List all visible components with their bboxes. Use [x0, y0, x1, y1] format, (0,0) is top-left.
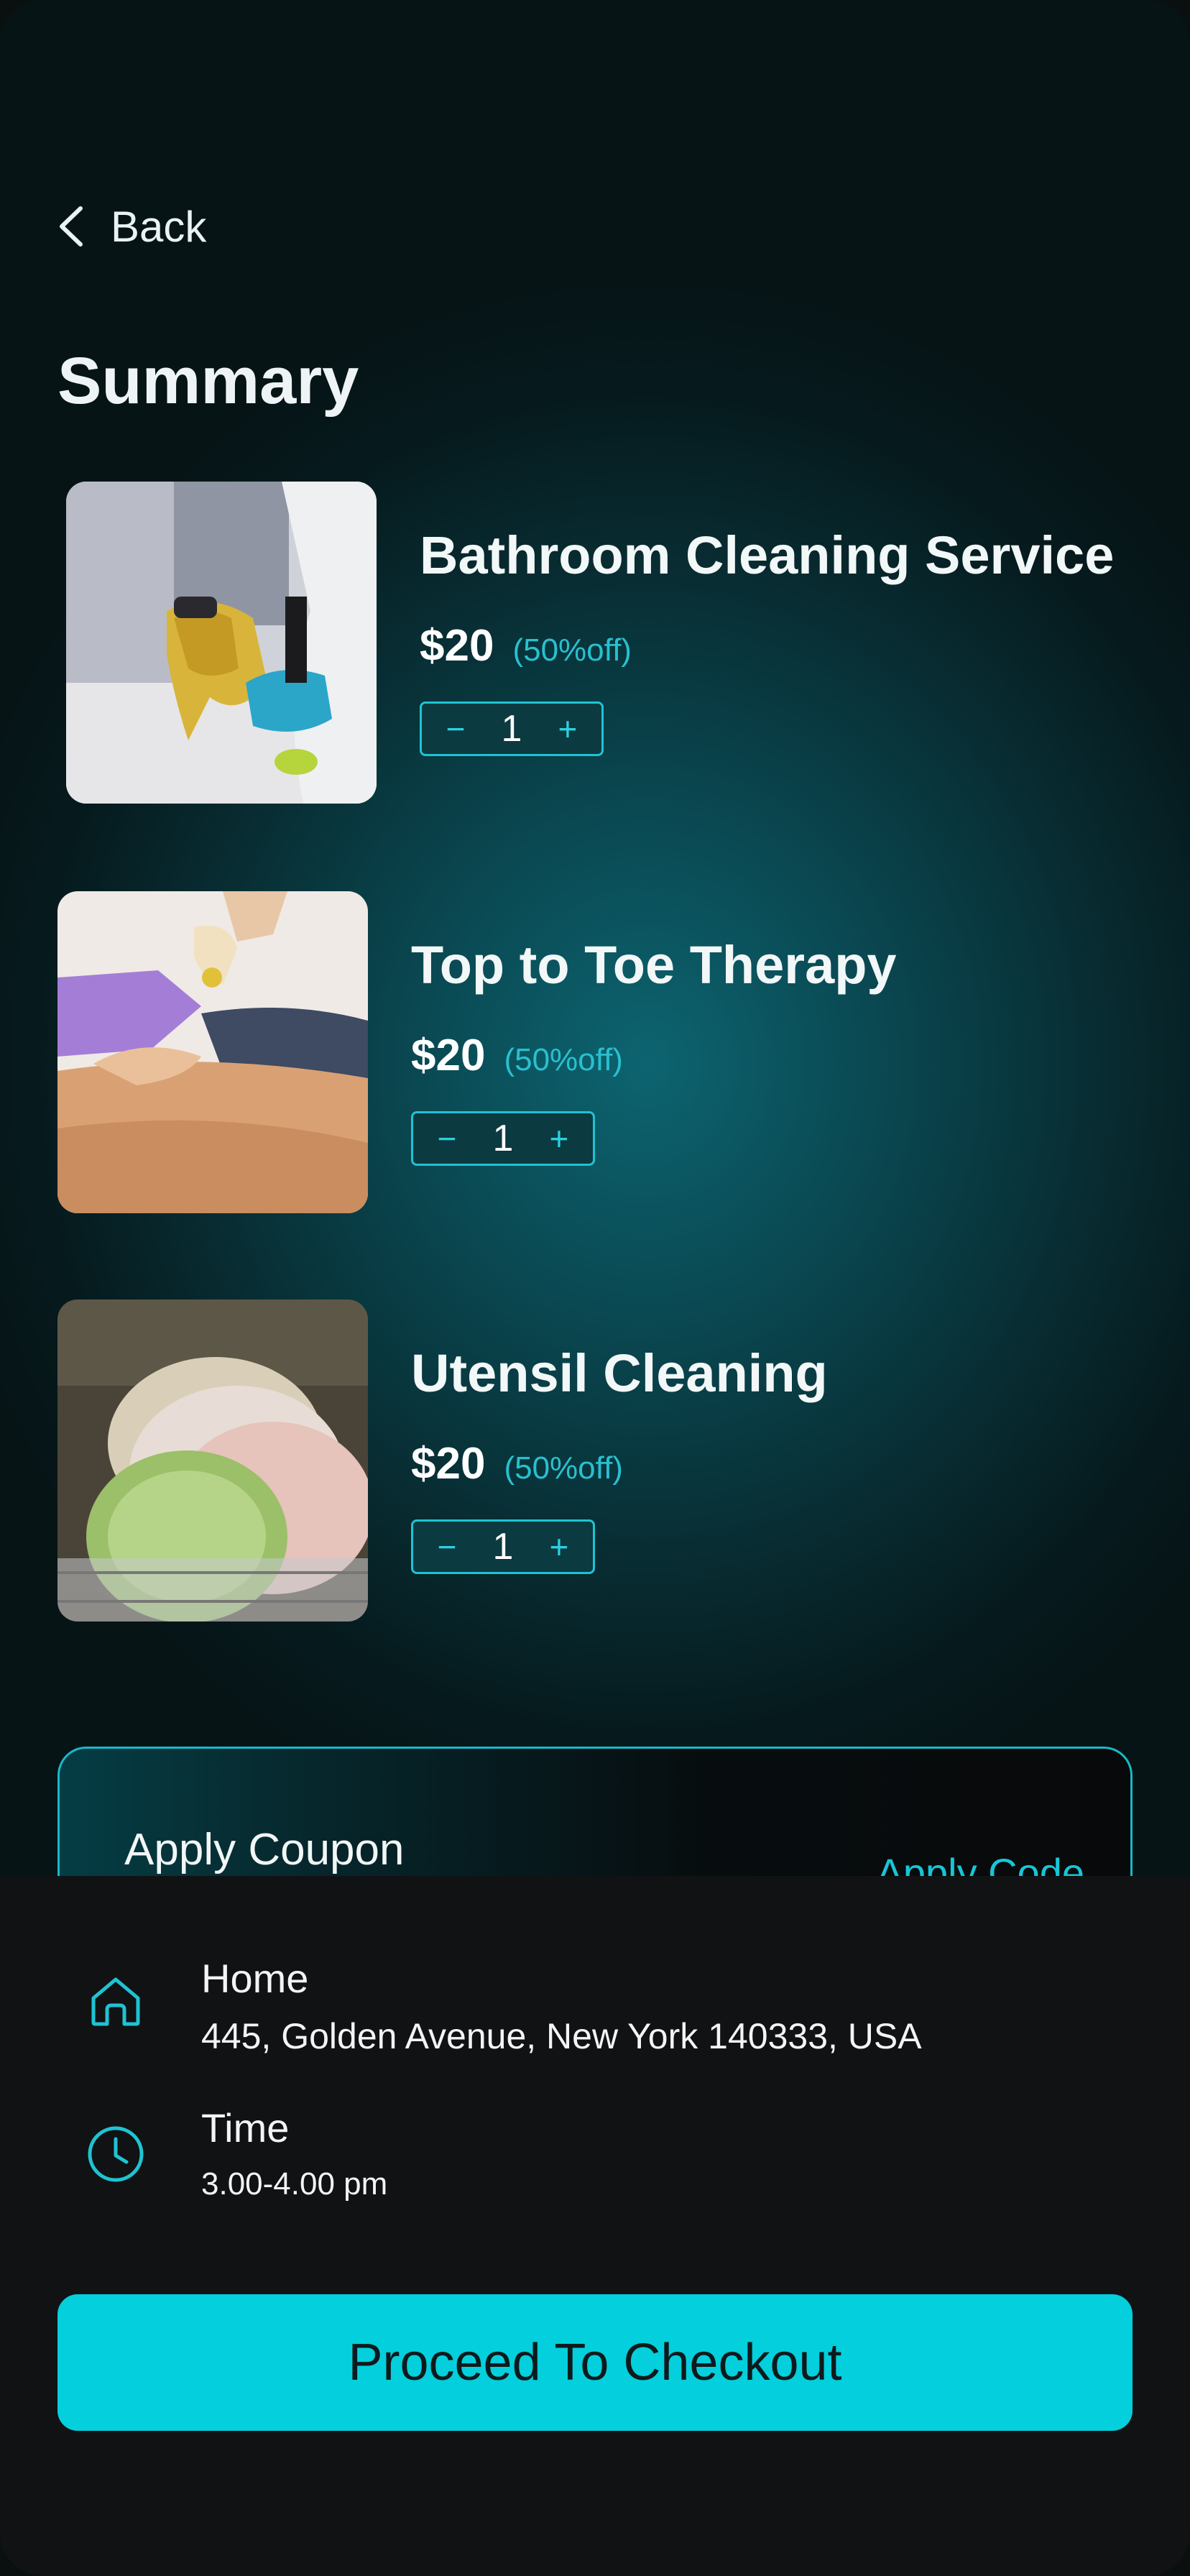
decrement-button[interactable]: −: [438, 712, 474, 745]
increment-button[interactable]: +: [550, 712, 586, 745]
chevron-left-icon: [60, 206, 83, 247]
decrement-button[interactable]: −: [429, 1530, 465, 1563]
item-name: Top to Toe Therapy: [411, 935, 897, 995]
page-title: Summary: [57, 344, 359, 418]
home-icon: [85, 1969, 147, 2031]
time-value: 3.00-4.00 pm: [201, 2166, 388, 2202]
proceed-to-checkout-button[interactable]: Proceed To Checkout: [57, 2294, 1133, 2431]
cart-item: Bathroom Cleaning Service $20 (50%off) −…: [0, 482, 1190, 805]
checkout-panel: Home 445, Golden Avenue, New York 140333…: [0, 1876, 1190, 2576]
item-image-therapy: [57, 891, 368, 1213]
quantity-stepper: − 1 +: [411, 1111, 595, 1166]
item-discount: (50%off): [512, 632, 632, 668]
item-discount: (50%off): [504, 1450, 623, 1486]
quantity-value: 1: [492, 1118, 514, 1159]
clock-icon: [85, 2123, 147, 2185]
back-button[interactable]: Back: [56, 194, 206, 259]
cart-item: Utensil Cleaning $20 (50%off) − 1 +: [0, 1300, 1190, 1623]
quantity-value: 1: [501, 708, 522, 750]
quantity-stepper: − 1 +: [411, 1519, 595, 1574]
item-price: $20: [420, 621, 494, 671]
address-value: 445, Golden Avenue, New York 140333, USA: [201, 2016, 922, 2056]
quantity-value: 1: [492, 1526, 514, 1568]
decrement-button[interactable]: −: [429, 1122, 465, 1155]
item-price: $20: [411, 1439, 486, 1489]
summary-screen: Back Summary Bathroom Cleaning Service $…: [0, 0, 1190, 2576]
item-name: Utensil Cleaning: [411, 1343, 828, 1403]
cart-item: Top to Toe Therapy $20 (50%off) − 1 +: [0, 891, 1190, 1215]
time-title: Time: [201, 2105, 290, 2150]
item-discount: (50%off): [504, 1042, 623, 1077]
address-title: Home: [201, 1956, 309, 2001]
increment-button[interactable]: +: [541, 1530, 577, 1563]
item-price: $20: [411, 1031, 486, 1080]
coupon-label: Apply Coupon: [124, 1825, 405, 1874]
item-name: Bathroom Cleaning Service: [420, 525, 1115, 585]
item-image-utensil-cleaning: [57, 1300, 368, 1622]
item-image-bathroom-cleaning: [66, 482, 377, 804]
increment-button[interactable]: +: [541, 1122, 577, 1155]
quantity-stepper: − 1 +: [420, 702, 604, 756]
back-label: Back: [111, 202, 207, 251]
